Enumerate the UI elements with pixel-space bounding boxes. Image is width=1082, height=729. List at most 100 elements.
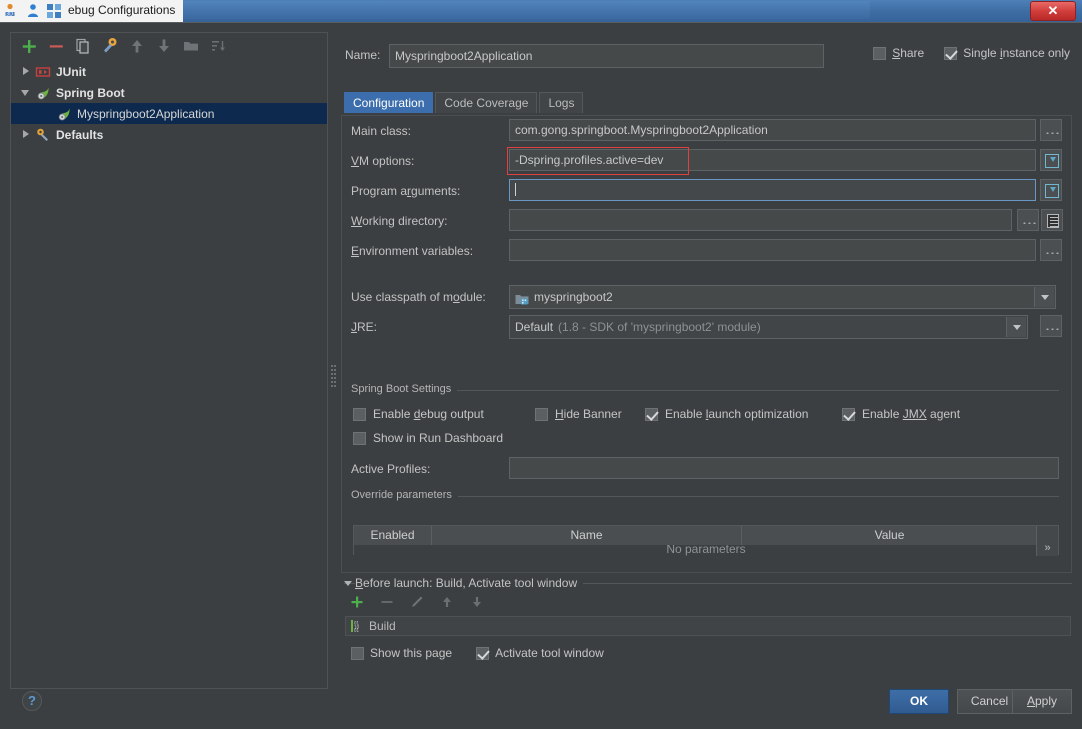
show-this-page-row[interactable]: Show this page: [351, 646, 452, 660]
show-this-page-checkbox[interactable]: [351, 646, 364, 660]
working-directory-browse-button[interactable]: [1017, 209, 1039, 231]
activate-tool-window-checkbox[interactable]: [476, 646, 490, 660]
enable-jmx-agent-label: Enable JMX agent: [862, 407, 961, 421]
before-launch-task-list[interactable]: 01 10 01 Build: [345, 616, 1071, 636]
column-header-name[interactable]: Name: [432, 526, 742, 545]
svg-text:01: 01: [354, 628, 360, 633]
activate-tool-window-label: Activate tool window: [495, 646, 604, 660]
main-class-input[interactable]: [509, 119, 1036, 141]
share-checkbox-row[interactable]: Share: [873, 46, 924, 60]
vm-options-expand-button[interactable]: [1040, 149, 1062, 171]
environment-variables-browse-button[interactable]: [1040, 239, 1062, 261]
person-icon: [25, 3, 41, 19]
close-window-button[interactable]: ✕: [1030, 1, 1076, 21]
title-bar-icon-group: 3D: [4, 3, 62, 19]
before-launch-title: Before launch: Build, Activate tool wind…: [355, 576, 584, 590]
chevron-right-icon[interactable]: [19, 127, 35, 143]
program-arguments-row: Program arguments:: [341, 177, 1072, 207]
jre-browse-button[interactable]: [1040, 315, 1062, 337]
panel-splitter[interactable]: [330, 363, 337, 389]
enable-jmx-agent-checkbox[interactable]: [842, 407, 855, 421]
enable-launch-optimization-label: Enable launch optimization: [665, 407, 809, 421]
sort-configurations-icon[interactable]: [208, 36, 228, 56]
tree-item-label: Myspringboot2Application: [77, 106, 215, 121]
tree-item-myspringboot2application[interactable]: Myspringboot2Application: [11, 103, 327, 124]
enable-launch-optimization-checkbox[interactable]: [645, 407, 658, 421]
column-header-value[interactable]: Value: [742, 526, 1037, 545]
ok-button[interactable]: OK: [889, 689, 949, 714]
chevron-down-icon[interactable]: [1034, 287, 1054, 307]
chevron-right-icon[interactable]: [19, 64, 35, 80]
main-class-row: Main class:: [341, 117, 1072, 147]
spring-boot-settings-section: Spring Boot Settings Enable debug output…: [341, 377, 1072, 556]
show-in-run-dashboard-checkbox[interactable]: [353, 431, 366, 445]
column-header-enabled[interactable]: Enabled: [354, 526, 432, 545]
override-parameters-group-header: Override parameters: [341, 489, 1072, 505]
active-profiles-input[interactable]: [509, 457, 1059, 479]
new-folder-icon[interactable]: [181, 36, 201, 56]
move-task-down-button: [469, 594, 489, 614]
working-directory-macros-button[interactable]: [1041, 209, 1063, 231]
help-button[interactable]: ?: [22, 691, 42, 711]
add-configuration-button[interactable]: [19, 36, 39, 56]
program-arguments-expand-button[interactable]: [1040, 179, 1062, 201]
hide-banner-row[interactable]: Hide Banner: [535, 407, 622, 421]
move-down-button[interactable]: [154, 36, 174, 56]
hide-banner-label: Hide Banner: [555, 407, 622, 421]
tab-code-coverage[interactable]: Code Coverage: [435, 92, 538, 113]
enable-debug-output-row[interactable]: Enable debug output: [353, 407, 484, 421]
working-directory-input[interactable]: [509, 209, 1012, 231]
chevron-down-icon[interactable]: [1006, 317, 1026, 337]
single-instance-checkbox[interactable]: [944, 46, 958, 60]
chevron-down-icon[interactable]: [19, 85, 35, 101]
program-arguments-input[interactable]: [509, 179, 1036, 201]
before-launch-section: Before launch: Build, Activate tool wind…: [341, 576, 1072, 660]
enable-debug-output-label: Enable debug output: [373, 407, 484, 421]
wrench-icon: [35, 127, 51, 143]
use-classpath-combo[interactable]: myspringboot2: [509, 285, 1056, 309]
jre-value: Default: [515, 320, 554, 334]
move-up-button[interactable]: [127, 36, 147, 56]
single-instance-checkbox-row[interactable]: Single instance only: [944, 46, 1070, 60]
add-task-button[interactable]: [349, 594, 369, 614]
override-parameters-table[interactable]: Enabled Name Value No parameters »: [353, 525, 1059, 556]
remove-configuration-button[interactable]: [46, 36, 66, 56]
configurations-tree[interactable]: JUnit Spring Boot Myspringboot2Applicati…: [11, 61, 327, 688]
vm-options-input[interactable]: [509, 149, 1036, 171]
active-profiles-label: Active Profiles:: [351, 462, 431, 476]
before-launch-toolbar: [349, 594, 489, 614]
edit-defaults-wrench-icon[interactable]: [100, 36, 120, 56]
activate-tool-window-row[interactable]: Activate tool window: [476, 646, 604, 660]
spring-icon: [35, 85, 51, 101]
title-bar: ebug Configurations 3D ✕: [0, 0, 1082, 22]
tree-item-spring-boot[interactable]: Spring Boot: [11, 82, 327, 103]
tab-logs[interactable]: Logs: [539, 92, 584, 113]
enable-launch-optimization-row[interactable]: Enable launch optimization: [645, 407, 808, 421]
tree-item-defaults[interactable]: Defaults: [11, 124, 327, 145]
tab-configuration[interactable]: Configuration: [344, 92, 434, 113]
build-icon: 01 10 01: [350, 619, 364, 633]
main-class-browse-button[interactable]: [1040, 119, 1062, 141]
show-in-run-dashboard-row[interactable]: Show in Run Dashboard: [353, 431, 503, 445]
program-arguments-label: Program arguments:: [351, 184, 461, 198]
environment-variables-input[interactable]: [509, 239, 1036, 261]
enable-debug-output-checkbox[interactable]: [353, 407, 366, 421]
apply-button[interactable]: Apply: [1012, 689, 1072, 714]
chevron-down-icon[interactable]: [344, 581, 352, 586]
svg-text:3D: 3D: [6, 12, 13, 18]
main-class-label: Main class:: [351, 124, 412, 138]
share-checkbox[interactable]: [873, 46, 887, 60]
copy-configuration-button[interactable]: [73, 36, 93, 56]
editor-tabs[interactable]: Configuration Code Coverage Logs: [344, 91, 585, 113]
tree-item-junit[interactable]: JUnit: [11, 61, 327, 82]
jre-combo[interactable]: Default (1.8 - SDK of 'myspringboot2' mo…: [509, 315, 1028, 339]
working-directory-label: Working directory:: [351, 214, 448, 228]
name-input[interactable]: [389, 44, 824, 68]
tree-item-label: Spring Boot: [56, 85, 125, 100]
enable-jmx-agent-row[interactable]: Enable JMX agent: [842, 407, 960, 421]
table-body: No parameters: [354, 545, 1058, 556]
hide-banner-checkbox[interactable]: [535, 407, 548, 421]
table-header-row: Enabled Name Value: [354, 526, 1058, 545]
junit-icon: [35, 64, 51, 80]
table-overflow-button[interactable]: »: [1036, 526, 1058, 556]
